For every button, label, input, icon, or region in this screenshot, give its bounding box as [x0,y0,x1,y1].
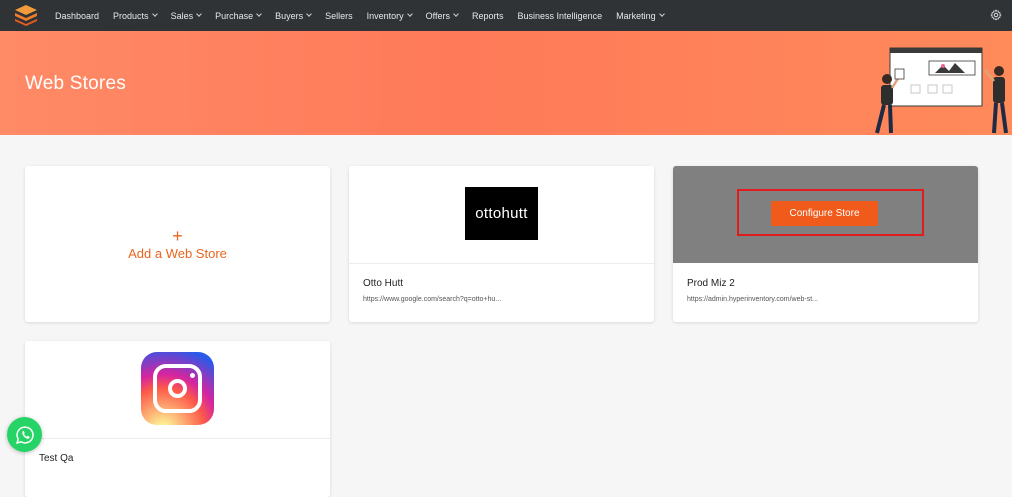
store-thumbnail [25,341,330,438]
whatsapp-icon [15,425,34,444]
page-banner: Web Stores [0,31,1012,135]
app-logo-icon[interactable] [14,4,38,26]
store-thumbnail: Configure Store [673,166,978,263]
store-url: https://admin.hyperinventory.com/web-st.… [687,296,818,303]
chevron-down-icon [196,11,202,17]
divider [349,263,654,264]
gear-icon[interactable] [990,9,1002,21]
nav-item-buyers[interactable]: Buyers [275,11,312,21]
add-web-store-label: Add a Web Store [128,245,227,261]
nav-item-purchase[interactable]: Purchase [215,11,262,21]
divider [25,438,330,439]
whatsapp-chat-button[interactable] [7,417,42,452]
nav-item-business-intelligence[interactable]: Business Intelligence [518,11,603,21]
chevron-down-icon [306,11,312,17]
store-thumbnail: ottohutt [349,166,654,263]
instagram-lens [168,379,187,398]
instagram-frame [153,364,202,413]
chevron-down-icon [256,11,262,17]
store-name: Prod Miz 2 [687,278,735,289]
nav-item-marketing[interactable]: Marketing [616,11,665,21]
nav-item-offers[interactable]: Offers [426,11,459,21]
nav-item-sales[interactable]: Sales [171,11,202,21]
configure-store-button[interactable]: Configure Store [771,201,878,226]
nav-item-products[interactable]: Products [113,11,158,21]
store-logo: ottohutt [465,187,538,240]
chevron-down-icon [658,11,665,17]
store-card-prod-miz-2[interactable]: Configure Store Prod Miz 2 https://admin… [673,166,978,322]
store-card-otto-hutt[interactable]: ottohutt Otto Hutt https://www.google.co… [349,166,654,322]
page-title: Web Stores [25,73,126,94]
add-web-store-card[interactable]: + Add a Web Store [25,166,330,322]
instagram-dot [190,373,195,378]
chevron-down-icon [151,11,158,17]
chevron-down-icon [453,11,459,17]
store-card-test-qa[interactable]: Test Qa [25,341,330,497]
plus-icon: + [172,225,183,246]
store-name: Otto Hutt [363,278,404,289]
banner-illustration [875,47,1008,134]
instagram-logo-icon [141,352,214,425]
nav-item-sellers[interactable]: Sellers [325,11,353,21]
top-navigation: Dashboard Products Sales Purchase Buyers… [0,0,1012,31]
nav-item-reports[interactable]: Reports [472,11,504,21]
nav-item-dashboard[interactable]: Dashboard [55,11,99,21]
nav-menu: Dashboard Products Sales Purchase Buyers… [55,0,678,31]
store-url: https://www.google.com/search?q=otto+hu.… [363,296,502,303]
nav-item-inventory[interactable]: Inventory [367,11,413,21]
chevron-down-icon [406,11,413,17]
